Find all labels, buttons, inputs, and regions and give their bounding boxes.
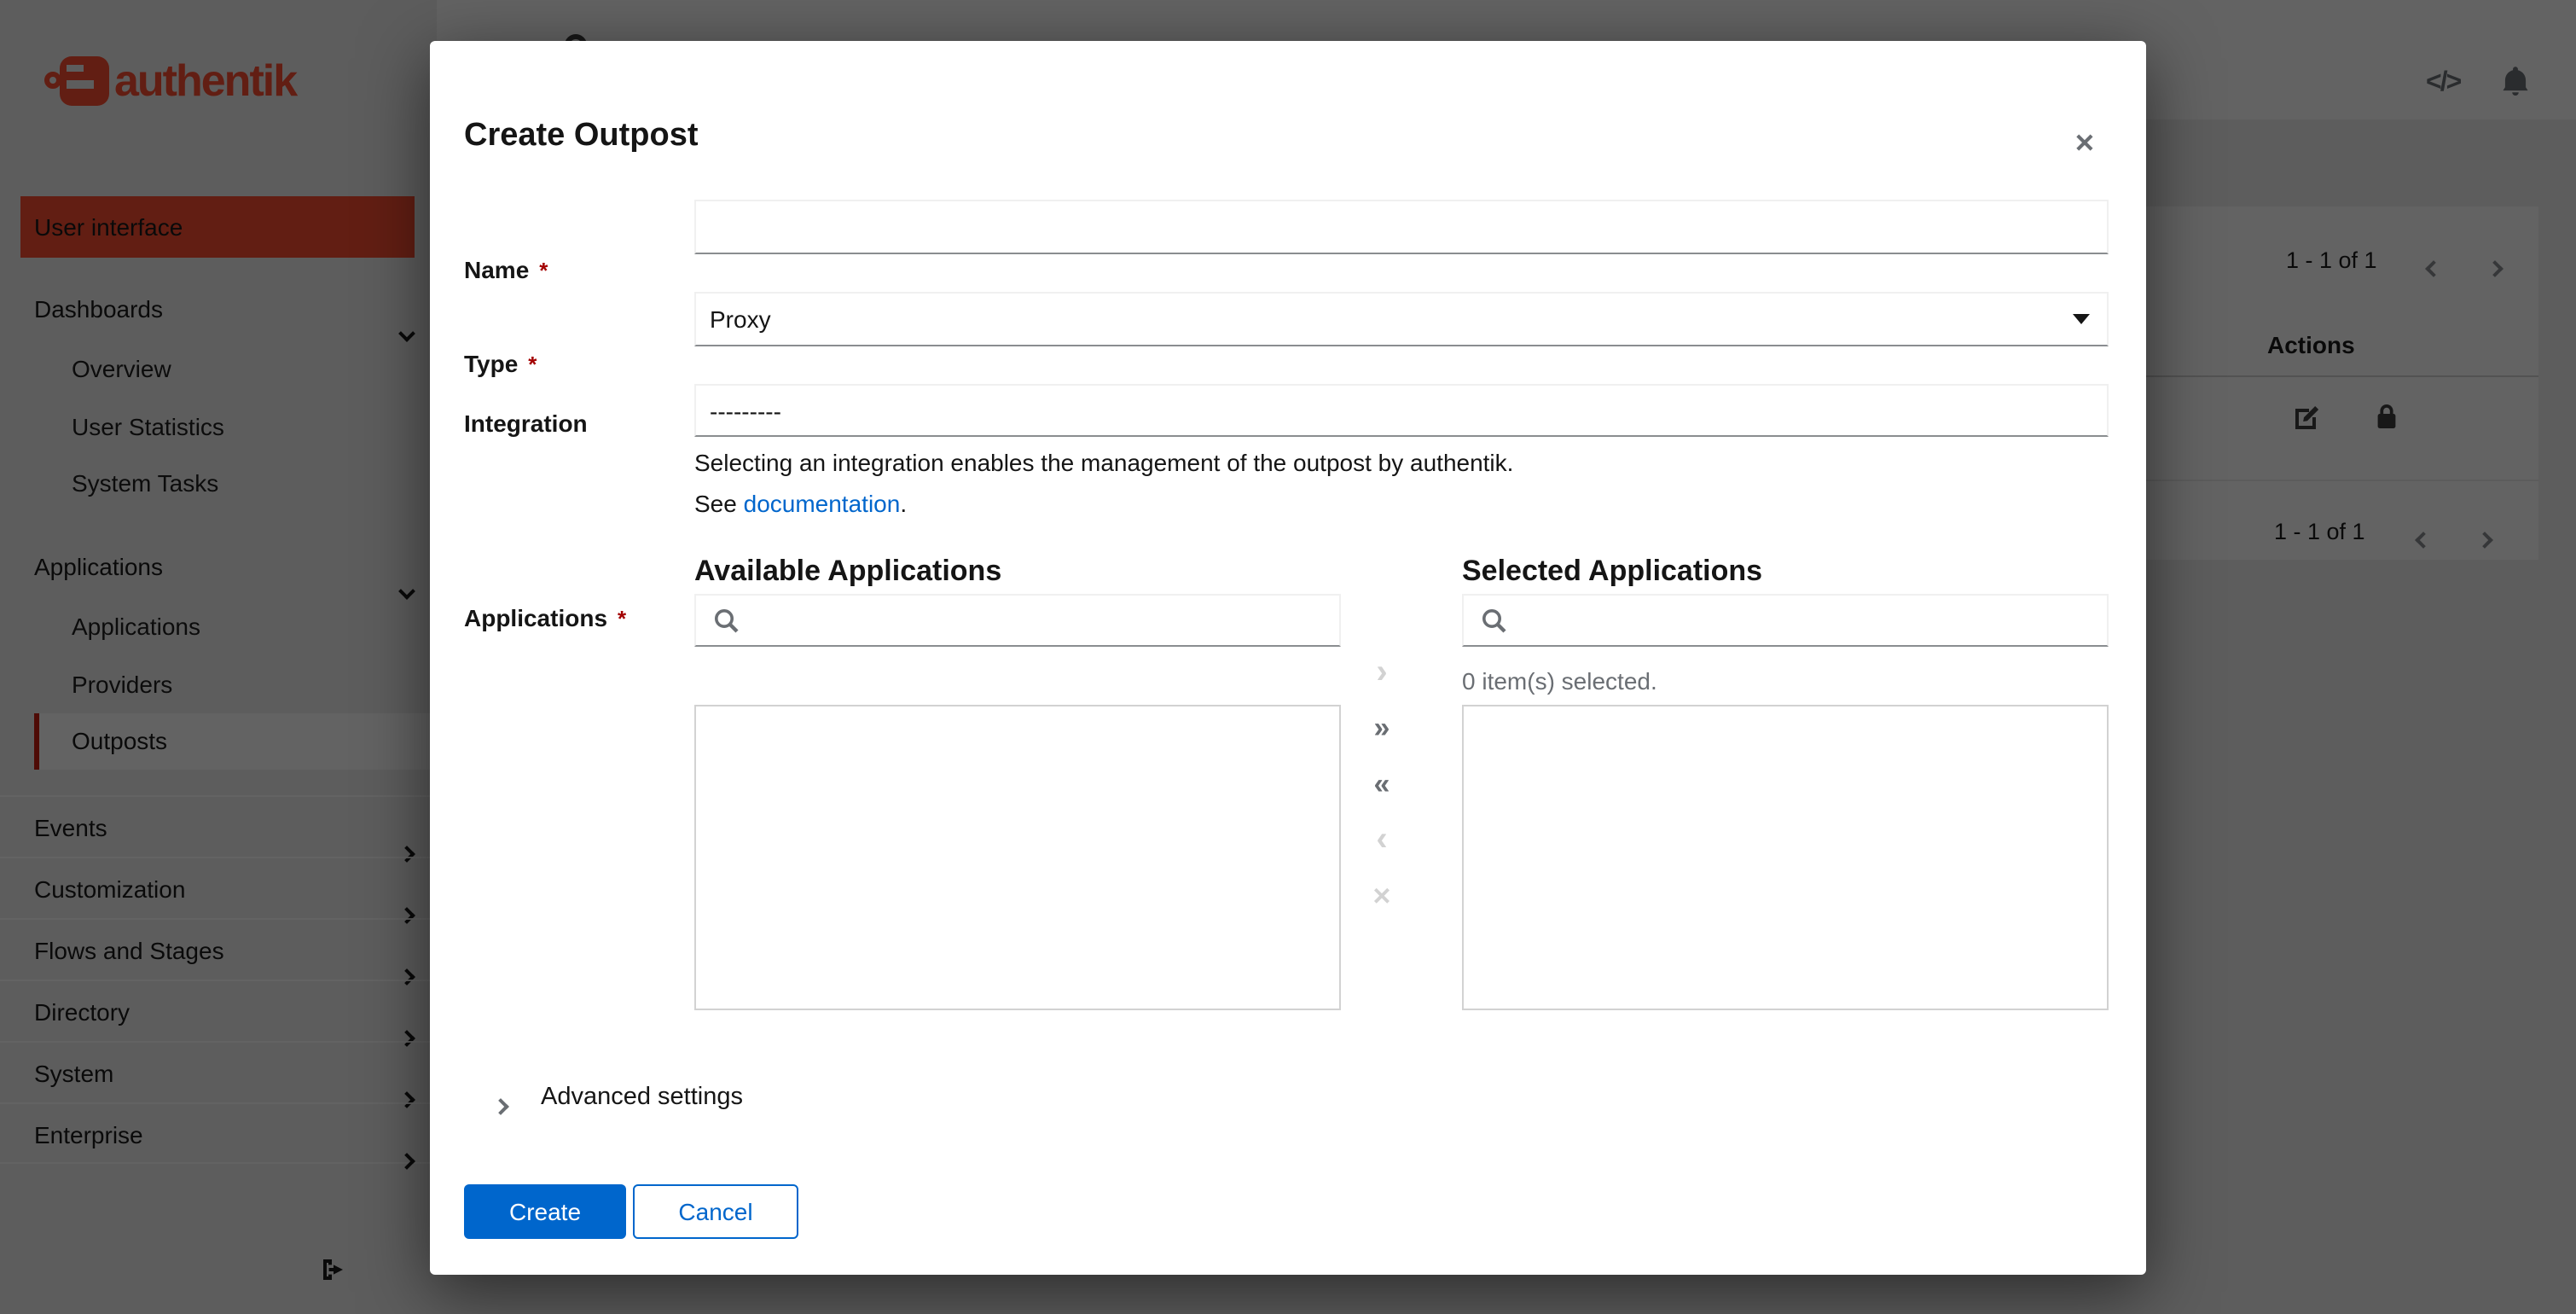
type-select[interactable]: Proxy (694, 292, 2109, 346)
create-button[interactable]: Create (464, 1184, 626, 1239)
move-all-right-icon[interactable]: » (1361, 712, 1402, 746)
integration-help-text: Selecting an integration enables the man… (694, 449, 1514, 476)
advanced-settings-expander[interactable] (492, 1090, 509, 1121)
move-selected-left-icon[interactable]: ‹ (1361, 821, 1402, 860)
move-all-left-icon[interactable]: « (1361, 768, 1402, 802)
integration-help-see: See documentation. (694, 490, 908, 517)
name-input[interactable] (694, 200, 2109, 254)
available-search-input[interactable] (694, 594, 1341, 647)
create-outpost-modal: Create Outpost ✕ Name * Type * Proxy Integ… (430, 41, 2146, 1275)
required-asterisk: * (528, 352, 537, 377)
modal-title: Create Outpost (464, 118, 699, 154)
required-asterisk: * (539, 258, 548, 283)
type-label: Type * (464, 350, 537, 377)
required-asterisk: * (618, 606, 627, 631)
selected-applications-title: Selected Applications (1462, 555, 1763, 587)
move-selected-right-icon[interactable]: › (1361, 654, 1402, 693)
integration-select[interactable]: --------- (694, 384, 2109, 437)
selected-search-input[interactable] (1462, 594, 2109, 647)
select-caret-icon (2073, 314, 2090, 324)
close-icon[interactable]: ✕ (2064, 125, 2105, 166)
name-label: Name * (464, 256, 548, 283)
documentation-link[interactable]: documentation (744, 490, 901, 517)
selected-count-status: 0 item(s) selected. (1462, 667, 1657, 695)
integration-label: Integration (464, 410, 588, 437)
available-applications-title: Available Applications (694, 555, 1002, 587)
page: authentik User interface Dashboards Over… (0, 0, 2576, 1314)
selected-applications-listbox[interactable] (1462, 705, 2109, 1010)
search-icon (1482, 609, 1506, 633)
available-applications-listbox[interactable] (694, 705, 1341, 1010)
cancel-button[interactable]: Cancel (633, 1184, 798, 1239)
advanced-settings-label[interactable]: Advanced settings (541, 1084, 743, 1111)
search-icon (715, 609, 739, 633)
clear-selection-icon[interactable]: ✕ (1361, 882, 1402, 911)
applications-label: Applications * (464, 604, 627, 631)
